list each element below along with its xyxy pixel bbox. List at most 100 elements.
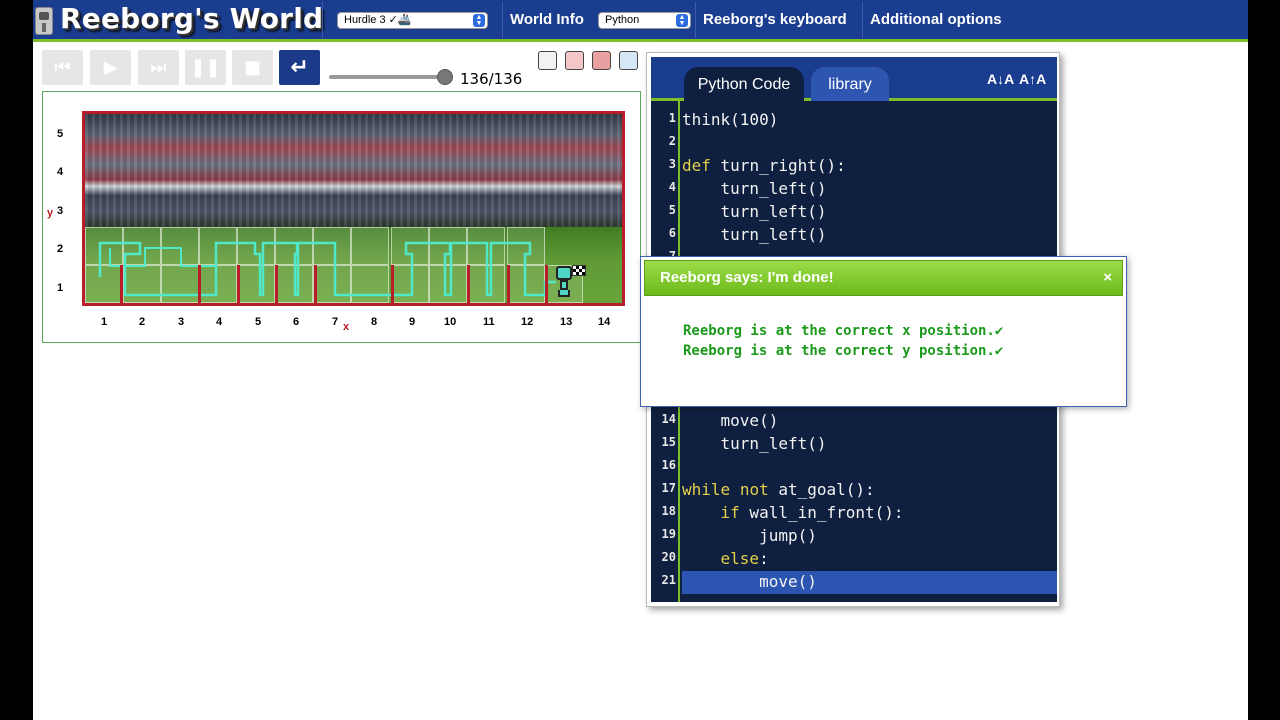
x-tick: 1 [101,316,108,328]
pause-icon: ❚❚ [190,57,221,78]
line-number: 17 [661,481,676,495]
step-counter: 136/136 [460,70,523,88]
code-line[interactable]: move() [682,409,779,432]
world-info-button[interactable]: World Info [510,11,584,28]
line-number: 14 [661,412,676,426]
goal-flag-icon [572,265,586,276]
reload-icon: ↵ [290,55,309,80]
select-arrows-icon: ▲ ▼ [676,14,688,27]
hurdle-wall [120,265,123,303]
additional-options-button[interactable]: Additional options [870,11,1002,28]
remove-robot-icon[interactable] [565,51,584,70]
x-tick: 10 [444,316,457,328]
select-arrows-icon: ▲ ▼ [473,14,485,27]
language-select[interactable]: Python ▲ ▼ [598,12,691,29]
x-tick: 8 [371,316,378,328]
x-tick: 2 [139,316,146,328]
hurdle-wall [198,265,201,303]
reeborg-logo-icon [35,7,53,35]
code-line[interactable]: while not at_goal(): [682,478,875,501]
line-number: 20 [661,550,676,564]
close-icon[interactable]: × [1103,269,1112,286]
divider [862,2,863,38]
play-icon: ▶ [103,57,118,78]
result-message: Reeborg is at the correct x position.✔ [683,323,1004,339]
x-tick: 14 [598,316,611,328]
world-select[interactable]: Hurdle 3 ✓🚢 ▲ ▼ [337,12,488,29]
page: Reeborg's World Hurdle 3 ✓🚢 ▲ ▼ World Inf… [33,0,1248,720]
stop-button[interactable]: ■ [232,50,273,85]
speed-slider-track[interactable] [329,75,447,79]
code-line[interactable]: def turn_right(): [682,154,846,177]
code-line[interactable]: jump() [682,524,817,547]
code-line[interactable]: think(100) [682,108,778,131]
y-tick: 2 [57,243,64,255]
line-number: 3 [668,157,676,171]
delete-world-icon[interactable] [592,51,611,70]
edit-world-icon[interactable] [619,51,638,70]
hurdle-wall [467,265,470,303]
reload-button[interactable]: ↵ [279,50,320,85]
line-number: 18 [661,504,676,518]
line-number: 2 [668,134,676,148]
increase-font-button[interactable]: A↑A [1019,71,1046,87]
x-axis-name: x [343,321,350,333]
x-tick: 13 [560,316,573,328]
code-line[interactable]: turn_left() [682,223,827,246]
code-line[interactable]: turn_left() [682,432,827,455]
pause-button[interactable]: ❚❚ [185,50,226,85]
divider [502,2,503,38]
line-number: 15 [661,435,676,449]
x-tick: 7 [332,316,339,328]
world-canvas [82,111,625,306]
x-tick: 11 [483,316,495,328]
speed-slider-thumb[interactable] [437,69,453,85]
divider [695,2,696,38]
code-line[interactable]: turn_left() [682,200,827,223]
run-button[interactable]: ▶ [90,50,131,85]
dialog-title: Reeborg says: I'm done! [660,269,834,286]
step-icon: ⏭ [150,57,167,78]
line-number: 16 [661,458,676,472]
stop-icon: ■ [243,57,261,78]
hurdle-wall [507,265,510,303]
language-select-value: Python [605,14,640,26]
reverse-step-icon: ⏮ [54,57,71,78]
hurdle-wall [237,265,240,303]
tab-library[interactable]: library [811,67,889,101]
code-line[interactable]: else: [682,547,769,570]
memorize-world-icon[interactable] [538,51,557,70]
code-line[interactable]: turn_left() [682,177,827,200]
code-line[interactable]: move() [682,570,817,593]
x-tick: 5 [255,316,262,328]
keyboard-button[interactable]: Reeborg's keyboard [703,11,847,28]
x-tick: 9 [409,316,416,328]
line-number: 5 [668,203,676,217]
x-tick: 6 [293,316,300,328]
hurdle-wall [545,265,548,303]
line-number: 1 [668,111,676,125]
reeborg-says-dialog: Reeborg says: I'm done! × Reeborg is at … [640,256,1127,407]
checkmark-icon: ✔ [994,343,1004,359]
x-tick: 3 [178,316,185,328]
tab-python-code[interactable]: Python Code [684,67,804,101]
world-select-value: Hurdle 3 ✓🚢 [344,14,412,26]
decrease-font-button[interactable]: A↓A [987,71,1014,87]
line-number: 19 [661,527,676,541]
hurdle-wall [275,265,278,303]
divider [322,2,323,38]
y-tick: 4 [57,166,64,178]
y-tick: 3 [57,205,64,217]
robot-trace [98,241,556,297]
step-button[interactable]: ⏭ [138,50,179,85]
code-line[interactable]: if wall_in_front(): [682,501,904,524]
world-panel: 5 4 3 2 1 y 1 2 3 4 5 6 7 8 9 10 11 12 13 14 x [42,91,641,343]
checkmark-icon: ✔ [994,323,1004,339]
line-number: 21 [661,573,676,587]
dialog-header: Reeborg says: I'm done! × [644,260,1123,296]
hurdle-wall [314,265,317,303]
line-number: 6 [668,226,676,240]
line-number: 4 [668,180,676,194]
y-tick: 5 [57,128,64,140]
reverse-step-button[interactable]: ⏮ [42,50,83,85]
